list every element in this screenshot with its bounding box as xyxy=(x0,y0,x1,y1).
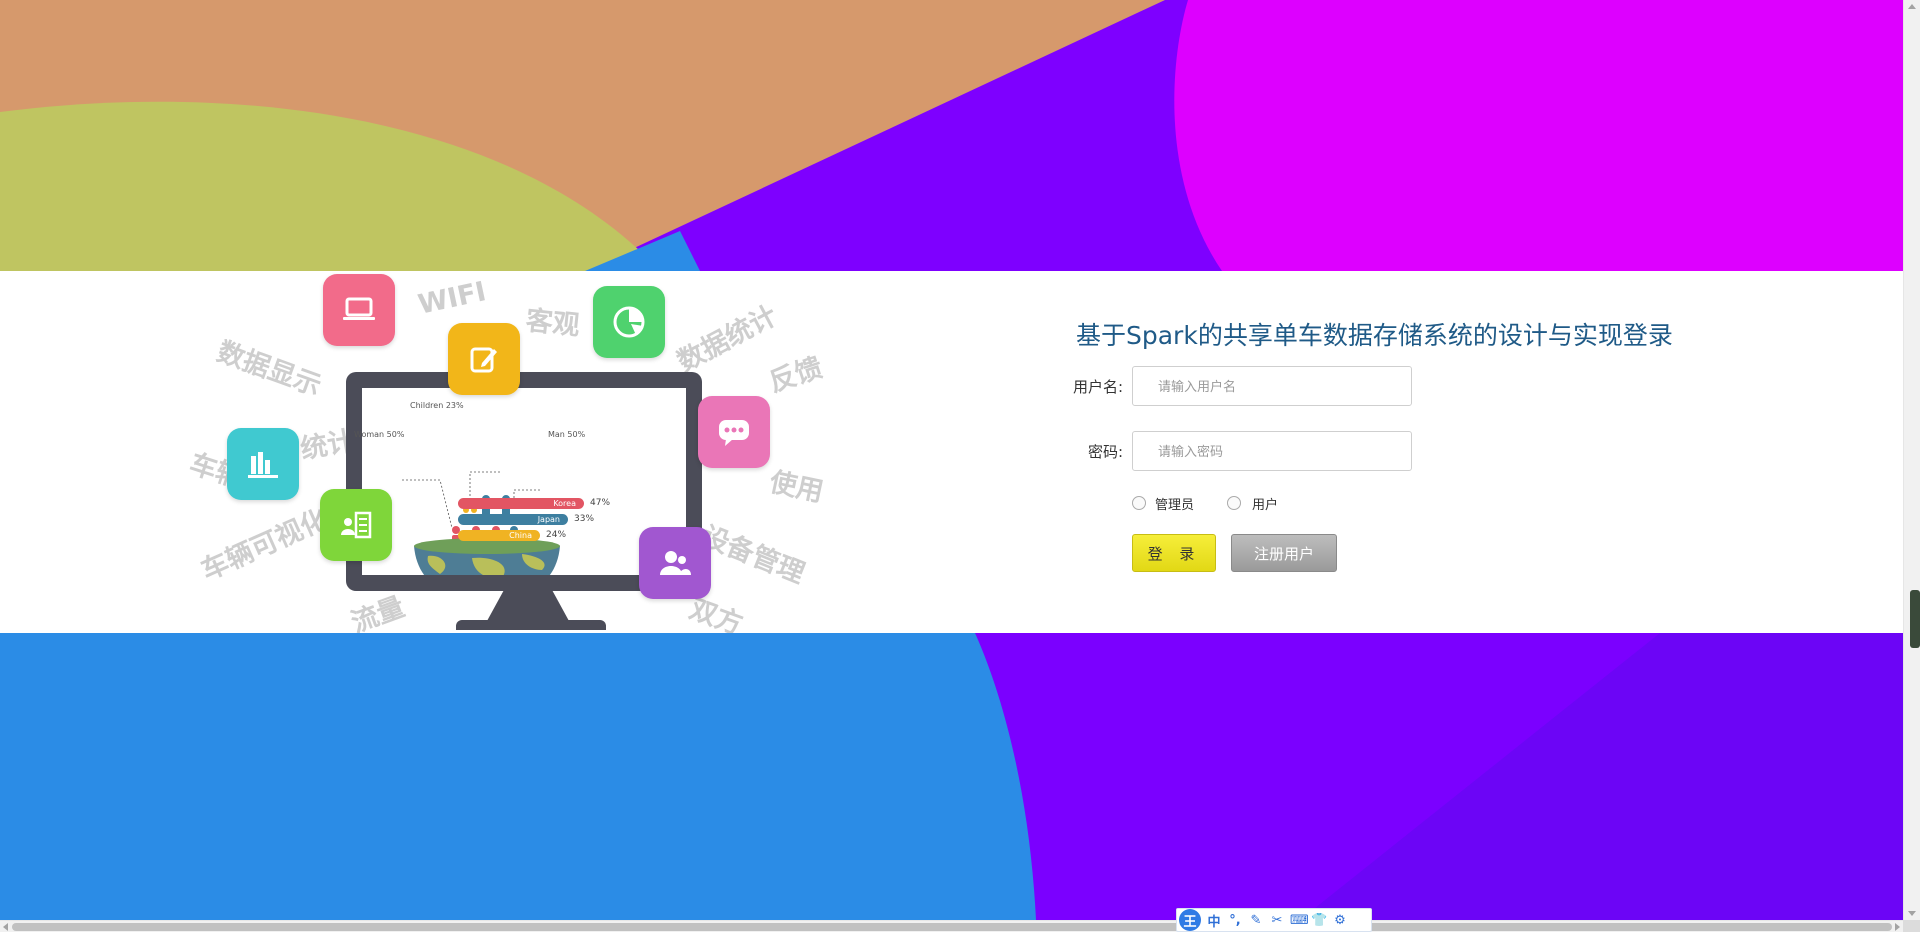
bar-korea: Korea xyxy=(458,498,584,509)
pie-chart-icon xyxy=(593,286,665,358)
vertical-scrollbar[interactable] xyxy=(1903,0,1920,920)
username-label: 用户名: xyxy=(1072,378,1123,396)
word-vehicle-visualization: 车辆可视化 xyxy=(196,503,333,587)
bar-china-label: China xyxy=(509,531,532,540)
word-traffic: 流量 xyxy=(347,591,409,633)
scroll-left-icon[interactable] xyxy=(3,923,8,931)
bar-chart-icon xyxy=(227,428,299,500)
word-objective: 客观 xyxy=(524,305,582,342)
ime-settings-icon[interactable]: ⚙ xyxy=(1332,913,1348,928)
contact-card-icon xyxy=(320,489,392,561)
word-usage: 使用 xyxy=(766,466,827,509)
label-man: Man 50% xyxy=(548,430,586,439)
role-admin-label[interactable]: 管理员 xyxy=(1155,494,1194,513)
role-user-label[interactable]: 用户 xyxy=(1252,494,1278,513)
password-input[interactable] xyxy=(1132,431,1412,471)
monitor-base xyxy=(456,620,606,630)
ime-toolbar[interactable]: 王 中 °, ✎ ✂ ⌨ 👕 ⚙ xyxy=(1176,908,1372,932)
ime-keyboard-icon[interactable]: ⌨ xyxy=(1290,913,1309,928)
monitor-screen: Children 23% Woman 50% Man 50% Korea 47%… xyxy=(354,388,686,575)
side-handle[interactable] xyxy=(1910,590,1920,648)
username-input[interactable] xyxy=(1132,366,1412,406)
ime-screenshot-icon[interactable]: ✂ xyxy=(1269,913,1285,928)
globe-graphic xyxy=(402,471,560,575)
users-icon xyxy=(639,527,711,599)
register-button[interactable]: 注册用户 xyxy=(1231,534,1337,572)
ime-mode-toggle[interactable]: 中 xyxy=(1206,911,1222,930)
edit-icon xyxy=(448,323,520,395)
scrollbar-corner xyxy=(1903,920,1920,932)
role-admin-radio[interactable] xyxy=(1132,496,1146,510)
login-button[interactable]: 登 录 xyxy=(1132,534,1216,572)
pct-korea: 47% xyxy=(590,498,611,508)
word-wifi: WIFI xyxy=(415,276,489,321)
ime-handwriting-icon[interactable]: ✎ xyxy=(1248,913,1264,928)
pct-china: 24% xyxy=(546,530,567,540)
bar-japan: Japan xyxy=(458,514,568,525)
pct-japan: 33% xyxy=(574,514,595,524)
label-children: Children 23% xyxy=(410,401,464,410)
ime-logo-icon[interactable]: 王 xyxy=(1179,909,1201,931)
word-device-management: 设备管理 xyxy=(697,520,809,590)
bar-japan-label: Japan xyxy=(537,515,560,524)
scroll-right-icon[interactable] xyxy=(1895,923,1900,931)
ime-punctuation-icon[interactable]: °, xyxy=(1227,913,1243,928)
chat-icon xyxy=(698,396,770,468)
password-label: 密码: xyxy=(1087,443,1123,461)
label-woman: Woman 50% xyxy=(354,430,405,439)
ime-skin-icon[interactable]: 👕 xyxy=(1311,913,1327,928)
horizontal-scroll-thumb[interactable] xyxy=(12,923,1892,931)
word-feedback: 反馈 xyxy=(765,352,827,399)
scroll-down-icon[interactable] xyxy=(1908,911,1916,916)
monitor-neck xyxy=(487,591,569,621)
laptop-icon xyxy=(323,274,395,346)
page-title: 基于Spark的共享单车数据存储系统的设计与实现登录 xyxy=(1076,321,1673,350)
bar-korea-label: Korea xyxy=(553,499,576,508)
role-user-radio[interactable] xyxy=(1227,496,1241,510)
hero-illustration: WIFI 客观 数据统计 反馈 数据显示 统计 车辆 使用 车辆可视化 设备管理… xyxy=(0,271,960,633)
word-data-display: 数据显示 xyxy=(212,336,326,403)
bar-china: China xyxy=(458,530,540,541)
scroll-up-icon[interactable] xyxy=(1908,4,1916,9)
horizontal-scrollbar[interactable] xyxy=(0,920,1903,932)
